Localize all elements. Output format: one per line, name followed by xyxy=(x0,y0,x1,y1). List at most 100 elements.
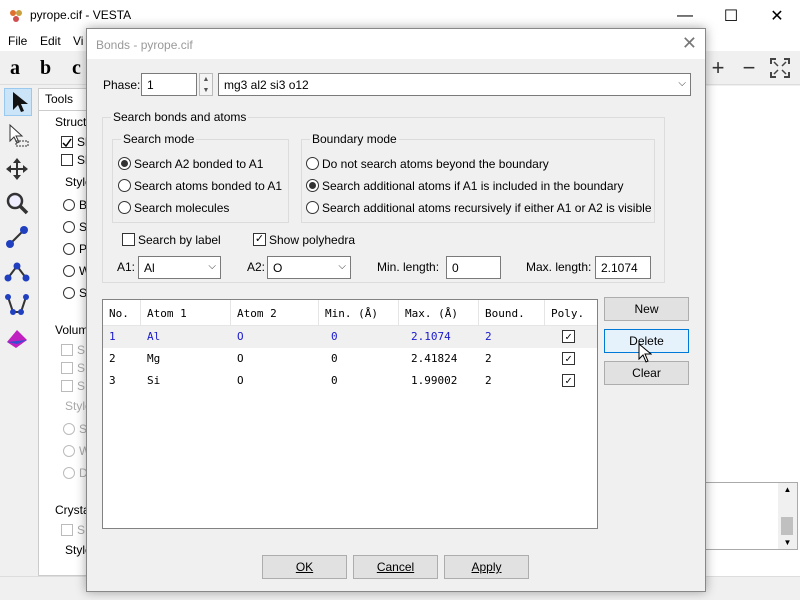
max-length-input[interactable]: 2.1074 xyxy=(595,256,651,279)
zoom-out-icon[interactable]: − xyxy=(737,57,761,79)
magnifier-icon xyxy=(6,192,29,215)
search-by-label-checkbox[interactable] xyxy=(122,233,135,246)
a2-select[interactable]: O ⌵ xyxy=(267,256,351,279)
search-molecules-radio[interactable] xyxy=(118,201,131,214)
apply-button[interactable]: Apply xyxy=(444,555,529,579)
clear-button[interactable]: Clear xyxy=(604,361,689,385)
toolbar-a-axis-button[interactable]: a xyxy=(10,57,20,80)
angle-tool-button[interactable] xyxy=(4,258,32,286)
menu-edit[interactable]: Edit xyxy=(40,34,61,48)
plane-icon xyxy=(7,330,27,348)
search-a2-bonded-radio[interactable] xyxy=(118,157,131,170)
spin-up-icon[interactable]: ▲ xyxy=(200,74,212,85)
search-a2-bonded-label: Search A2 bonded to A1 xyxy=(134,157,264,171)
cell-bound: 2 xyxy=(485,374,492,387)
ok-button[interactable]: OK xyxy=(262,555,347,579)
column-header-atom1[interactable]: Atom 1 xyxy=(141,300,231,326)
mouse-cursor-icon xyxy=(638,343,652,363)
min-length-label: Min. length: xyxy=(377,260,440,274)
toolbar-c-axis-button[interactable]: c xyxy=(72,57,81,80)
volume-style-radio[interactable] xyxy=(63,467,75,479)
column-header-min[interactable]: Min. (Å) xyxy=(319,300,399,326)
left-side-panel: Struct Sh Sh Style B Sp P W St Volum SI … xyxy=(38,110,94,576)
column-header-atom2[interactable]: Atom 2 xyxy=(231,300,319,326)
checkmark-icon xyxy=(62,138,72,148)
toolbar-b-axis-button[interactable]: b xyxy=(40,57,51,80)
style-wireframe-radio[interactable] xyxy=(63,265,75,277)
column-header-max[interactable]: Max. (Å) xyxy=(399,300,479,326)
zoom-in-icon[interactable]: + xyxy=(706,57,730,79)
tool-strip xyxy=(0,86,36,576)
select-tool-button[interactable] xyxy=(4,88,32,116)
column-header-poly[interactable]: Poly. xyxy=(545,300,597,326)
fit-to-screen-icon[interactable] xyxy=(768,57,792,79)
bond-distance-icon xyxy=(6,226,28,248)
spin-down-icon[interactable]: ▼ xyxy=(200,85,212,96)
style-space-filling-radio[interactable] xyxy=(63,221,75,233)
scroll-up-icon[interactable]: ▲ xyxy=(778,485,797,494)
cell-bound: 2 xyxy=(485,352,492,365)
lattice-plane-tool-button[interactable] xyxy=(4,326,32,354)
phase-spinner[interactable]: ▲ ▼ xyxy=(199,73,213,96)
tab-tools[interactable]: Tools xyxy=(38,88,88,110)
volume-option-checkbox[interactable] xyxy=(61,344,73,356)
distance-tool-button[interactable] xyxy=(4,224,32,252)
scrollbar-thumb[interactable] xyxy=(781,517,793,535)
cell-atom2: O xyxy=(237,330,244,343)
boundary-recursive-label: Search additional atoms recursively if e… xyxy=(322,201,652,215)
poly-checkbox[interactable]: ✓ xyxy=(562,374,575,387)
volume-style-radio[interactable] xyxy=(63,445,75,457)
scroll-down-icon[interactable]: ▼ xyxy=(778,538,797,547)
output-scrollbar[interactable]: ▲ ▼ xyxy=(778,483,797,549)
poly-checkbox[interactable]: ✓ xyxy=(562,330,575,343)
select-region-tool-button[interactable] xyxy=(4,122,32,150)
column-header-bound[interactable]: Bound. xyxy=(479,300,545,326)
phase-name-select[interactable]: mg3 al2 si3 o12 ⌵ xyxy=(218,73,691,96)
boundary-no-search-label: Do not search atoms beyond the boundary xyxy=(322,157,549,171)
bonds-table[interactable]: No. Atom 1 Atom 2 Min. (Å) Max. (Å) Boun… xyxy=(102,299,598,529)
ok-button-label: OK xyxy=(295,560,314,574)
structure-group-label: Struct xyxy=(55,115,87,129)
minimize-button[interactable]: — xyxy=(662,0,708,31)
new-button[interactable]: New xyxy=(604,297,689,321)
style-stick-radio[interactable] xyxy=(63,287,75,299)
menu-view[interactable]: Vi xyxy=(73,34,83,48)
min-length-input[interactable]: 0 xyxy=(446,256,501,279)
dihedral-tool-button[interactable] xyxy=(4,292,32,320)
boundary-no-search-radio[interactable] xyxy=(306,157,319,170)
phase-label: Phase: xyxy=(103,78,141,92)
search-atoms-bonded-radio[interactable] xyxy=(118,179,131,192)
boundary-a1-included-radio[interactable] xyxy=(306,179,319,192)
table-row[interactable]: 1 Al O 0 2.1074 2 ✓ xyxy=(103,326,597,348)
phase-input[interactable]: 1 xyxy=(141,73,197,96)
boundary-recursive-radio[interactable] xyxy=(306,201,319,214)
poly-checkbox[interactable]: ✓ xyxy=(562,352,575,365)
a2-value: O xyxy=(273,261,283,275)
show-structure-checkbox[interactable] xyxy=(61,136,73,148)
show-polyhedra-checkbox[interactable]: ✓ xyxy=(253,233,266,246)
menu-file[interactable]: File xyxy=(8,34,27,48)
main-titlebar: pyrope.cif - VESTA — ☐ ✕ xyxy=(0,0,800,31)
column-header-no[interactable]: No. xyxy=(103,300,141,326)
search-bonds-group-title: Search bonds and atoms xyxy=(111,110,249,124)
checkmark-icon: ✓ xyxy=(254,233,265,245)
style-ball-stick-radio[interactable] xyxy=(63,199,75,211)
show-structure-option-checkbox[interactable] xyxy=(61,154,73,166)
cancel-button[interactable]: Cancel xyxy=(353,555,438,579)
close-main-button[interactable]: ✕ xyxy=(754,0,800,31)
volume-style-radio[interactable] xyxy=(63,423,75,435)
style-polyhedral-radio[interactable] xyxy=(63,243,75,255)
magnify-tool-button[interactable] xyxy=(4,190,32,218)
cell-no: 3 xyxy=(109,374,116,387)
checkmark-icon: ✓ xyxy=(565,374,572,387)
close-icon[interactable]: ✕ xyxy=(682,33,697,54)
volume-option-checkbox[interactable] xyxy=(61,380,73,392)
table-row[interactable]: 3 Si O 0 1.99002 2 ✓ xyxy=(103,370,597,392)
translate-tool-button[interactable] xyxy=(4,156,32,184)
maximize-button[interactable]: ☐ xyxy=(708,0,754,31)
table-row[interactable]: 2 Mg O 0 2.41824 2 ✓ xyxy=(103,348,597,370)
volume-option-checkbox[interactable] xyxy=(61,362,73,374)
crystal-option-checkbox[interactable] xyxy=(61,524,73,536)
a1-select[interactable]: Al ⌵ xyxy=(138,256,221,279)
search-atoms-bonded-label: Search atoms bonded to A1 xyxy=(134,179,283,193)
